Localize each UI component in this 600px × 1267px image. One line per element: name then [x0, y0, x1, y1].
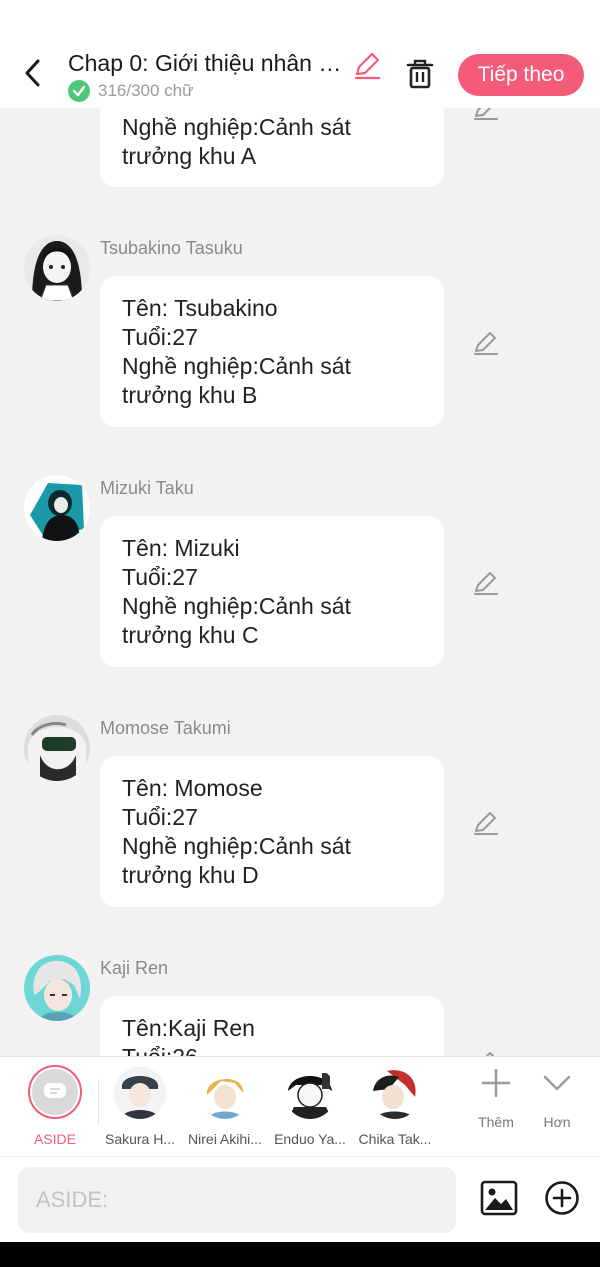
character-name: Mizuki Taku	[100, 478, 194, 498]
add-circle-icon[interactable]	[544, 1180, 580, 1216]
add-character-button[interactable]: Thêm	[466, 1067, 526, 1130]
top-bar: Chap 0: Giới thiệu nhân vật 316/300 chữ …	[0, 0, 600, 108]
message-bubble[interactable]: Tên: Tsubakino Tuổi:27 Nghề nghiệp:Cảnh …	[100, 276, 444, 427]
message-bubble[interactable]: Tên: Mizuki Tuổi:27 Nghề nghiệp:Cảnh sát…	[100, 516, 444, 667]
avatar	[284, 1067, 336, 1119]
add-label: Thêm	[478, 1114, 514, 1130]
character-label: Nirei Akihi...	[188, 1131, 262, 1147]
edit-title-icon[interactable]	[352, 50, 382, 80]
system-nav-bar	[0, 1242, 600, 1267]
more-button[interactable]: Hơn	[527, 1067, 587, 1130]
character-label: Sakura H...	[104, 1131, 176, 1147]
chevron-down-icon	[543, 1075, 571, 1091]
chapter-title[interactable]: Chap 0: Giới thiệu nhân vật	[68, 50, 348, 77]
avatar	[199, 1067, 251, 1119]
edit-icon[interactable]	[472, 329, 500, 357]
composer	[0, 1156, 600, 1242]
edit-icon[interactable]	[472, 569, 500, 597]
screen: Chap 0: Giới thiệu nhân vật 316/300 chữ …	[0, 0, 600, 1267]
word-count: 316/300 chữ	[68, 80, 194, 102]
character-aside[interactable]: ASIDE	[13, 1065, 97, 1147]
avatar	[369, 1067, 421, 1119]
message-bubble[interactable]: Tên:Kaji Ren Tuổi:26	[100, 996, 444, 1056]
character-option[interactable]: Sakura H...	[98, 1065, 182, 1147]
plus-icon	[481, 1068, 511, 1098]
character-label: Chika Tak...	[358, 1131, 432, 1147]
character-option[interactable]: Chika Tak...	[353, 1065, 437, 1147]
edit-icon[interactable]	[472, 809, 500, 837]
more-label: Hơn	[543, 1114, 571, 1130]
message-input[interactable]	[18, 1167, 456, 1233]
message-bubble[interactable]: Tên: Momose Tuổi:27 Nghề nghiệp:Cảnh sát…	[100, 756, 444, 907]
avatar[interactable]	[24, 715, 90, 781]
aside-avatar	[28, 1065, 82, 1119]
character-name: Momose Takumi	[100, 718, 231, 738]
avatar	[114, 1067, 166, 1119]
avatar[interactable]	[24, 475, 90, 541]
avatar[interactable]	[24, 235, 90, 301]
word-count-text: 316/300 chữ	[98, 81, 194, 100]
next-button[interactable]: Tiếp theo	[458, 54, 584, 96]
character-name: Kaji Ren	[100, 958, 169, 978]
avatar[interactable]	[24, 955, 90, 1021]
message-bubble[interactable]: Nghề nghiệp:Cảnh sát trưởng khu A	[100, 108, 444, 187]
character-label: Enduo Ya...	[274, 1131, 346, 1147]
trash-icon[interactable]	[404, 58, 436, 90]
chat-bubble-icon	[44, 1083, 66, 1098]
character-selector: ASIDE Sakura H... Nirei Akihi... Enduo Y…	[0, 1056, 600, 1156]
edit-icon[interactable]	[472, 1049, 500, 1056]
image-icon[interactable]	[480, 1180, 518, 1216]
edit-icon[interactable]	[472, 108, 500, 122]
character-option[interactable]: Enduo Ya...	[268, 1065, 352, 1147]
character-name: Tsubakino Tasuku	[100, 238, 243, 258]
character-option[interactable]: Nirei Akihi...	[183, 1065, 267, 1147]
chat-area[interactable]: Nghề nghiệp:Cảnh sát trưởng khu A Tsubak…	[0, 108, 600, 1056]
back-icon[interactable]	[18, 56, 48, 90]
character-label: ASIDE	[33, 1131, 76, 1147]
check-icon	[68, 80, 90, 102]
